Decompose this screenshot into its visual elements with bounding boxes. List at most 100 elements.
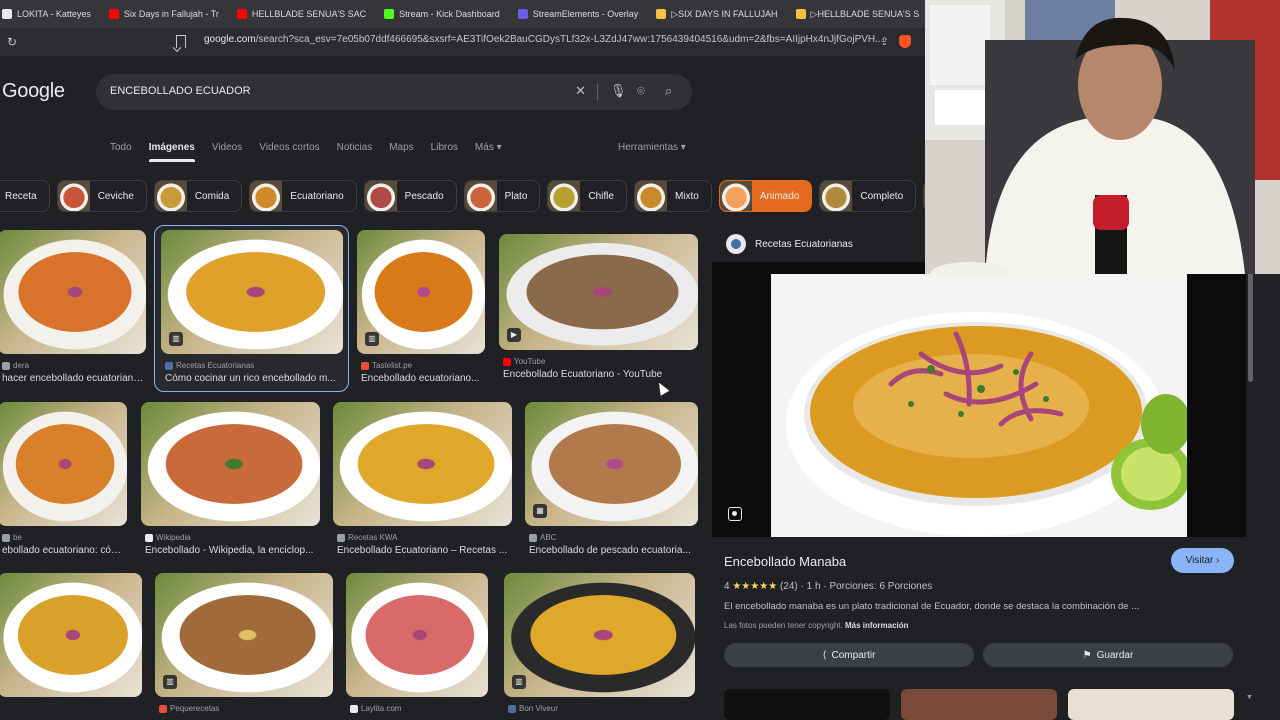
refine-chip[interactable]: Chifle bbox=[547, 180, 627, 212]
refine-chip[interactable]: Pescado bbox=[363, 180, 457, 212]
image-result[interactable]: be ebollado ecuatoriano: cóm... bbox=[0, 402, 127, 566]
tab-2[interactable]: Imágenes bbox=[148, 142, 195, 162]
result-thumbnail[interactable] bbox=[0, 230, 146, 354]
related-image[interactable] bbox=[1068, 689, 1234, 720]
tab-4[interactable]: Videos cortos bbox=[259, 142, 319, 153]
result-thumbnail[interactable] bbox=[0, 402, 127, 526]
result-title[interactable]: Encebollado ecuatoriano... bbox=[361, 373, 485, 384]
result-source[interactable]: be bbox=[2, 533, 22, 542]
refine-chip[interactable]: Ecuatoriano bbox=[249, 180, 357, 212]
scroll-down-icon[interactable]: ▼ bbox=[1246, 694, 1253, 701]
result-source[interactable]: Pequerecetas bbox=[159, 704, 219, 713]
microphone-icon[interactable]: 🎙︎ bbox=[610, 83, 627, 99]
image-result[interactable]: ▶ YouTube Encebollado Ecuatoriano - YouTub… bbox=[499, 234, 698, 390]
tab-8[interactable]: Más ▾ bbox=[475, 142, 502, 153]
result-source[interactable]: Recetas KWA bbox=[337, 533, 398, 542]
result-thumbnail[interactable] bbox=[504, 573, 695, 697]
image-result[interactable] bbox=[0, 573, 142, 720]
bookmark-icon[interactable] bbox=[176, 35, 186, 48]
rating-value: 4 bbox=[724, 581, 730, 592]
tab-7[interactable]: Libros bbox=[431, 142, 458, 153]
lens-icon[interactable] bbox=[728, 507, 742, 521]
bookmark-item[interactable]: HELLBLADE SENUA'S SAC bbox=[236, 9, 366, 19]
result-thumbnail[interactable] bbox=[0, 573, 142, 697]
star-rating: ★★★★★ bbox=[732, 581, 778, 592]
bookmark-label: ▷HELLBLADE SENUA'S S bbox=[810, 8, 920, 19]
more-info-link[interactable]: Más información bbox=[845, 621, 909, 630]
preview-image[interactable] bbox=[771, 274, 1187, 537]
result-source[interactable]: YouTube bbox=[503, 357, 545, 366]
result-source[interactable]: Laylita.com bbox=[350, 704, 401, 713]
address-input[interactable]: google.com/search?sca_esv=7e05b07ddf4666… bbox=[204, 34, 883, 45]
image-result[interactable]: Laylita.com bbox=[346, 573, 488, 720]
result-source[interactable]: dera bbox=[2, 361, 29, 370]
image-result[interactable]: ▦ ABC Encebollado de pescado ecuatoria... bbox=[525, 402, 698, 566]
refine-chip[interactable]: Ceviche bbox=[56, 180, 147, 212]
refine-chip[interactable]: Mixto bbox=[633, 180, 712, 212]
result-thumbnail[interactable] bbox=[346, 573, 488, 697]
refine-chip[interactable]: Plato bbox=[463, 180, 541, 212]
share-icon: ⟨ bbox=[822, 649, 827, 661]
result-title[interactable]: hacer encebollado ecuatoriano... bbox=[2, 373, 146, 384]
refine-chip[interactable]: Animado bbox=[718, 180, 813, 212]
panel-source[interactable]: Recetas Ecuatorianas bbox=[726, 234, 853, 254]
result-source[interactable]: Bon Viveur bbox=[508, 704, 558, 713]
reload-icon[interactable]: ↻ bbox=[0, 35, 24, 49]
google-logo[interactable]: Google bbox=[2, 80, 65, 103]
refine-chip[interactable]: Completo bbox=[819, 180, 917, 212]
result-title[interactable]: Encebollado - Wikipedia, la enciclop... bbox=[145, 545, 320, 556]
image-result[interactable]: ▥ Bon Viveur bbox=[504, 573, 695, 720]
result-source[interactable]: ABC bbox=[529, 533, 556, 542]
result-thumbnail[interactable] bbox=[525, 402, 698, 526]
bookmark-item[interactable]: Stream - Kick Dashboard bbox=[384, 9, 500, 19]
share-page-icon[interactable]: ⇪ bbox=[880, 35, 889, 48]
result-source[interactable]: Tastelist.pe bbox=[361, 361, 412, 370]
result-title[interactable]: Encebollado Ecuatoriano – Recetas ... bbox=[337, 545, 512, 556]
tab-1[interactable]: Todo bbox=[110, 142, 132, 153]
bookmark-favicon-icon bbox=[795, 9, 806, 19]
bookmark-item[interactable]: StreamElements - Overlay bbox=[517, 9, 638, 19]
image-result[interactable]: ▥ Tastelist.pe Encebollado ecuatoriano... bbox=[357, 230, 485, 394]
related-image[interactable] bbox=[724, 689, 890, 720]
share-button[interactable]: ⟨ Compartir bbox=[724, 643, 974, 667]
result-thumbnail[interactable] bbox=[333, 402, 512, 526]
tab-6[interactable]: Maps bbox=[389, 142, 413, 153]
result-thumbnail[interactable] bbox=[155, 573, 333, 697]
result-source[interactable]: Wikipedia bbox=[145, 533, 191, 542]
bookmark-item[interactable]: Six Days in Fallujah - Tr bbox=[108, 9, 219, 19]
brave-shield-icon[interactable] bbox=[899, 35, 911, 48]
save-button[interactable]: ⚑ Guardar bbox=[983, 643, 1233, 667]
refine-chip[interactable]: Receta bbox=[0, 180, 50, 212]
result-thumbnail[interactable] bbox=[499, 234, 698, 350]
image-result[interactable]: dera hacer encebollado ecuatoriano... bbox=[0, 230, 146, 394]
visit-button[interactable]: Visitar › bbox=[1171, 548, 1234, 573]
bookmark-item[interactable]: LOKITA - Katteyes bbox=[2, 9, 91, 19]
refine-chip[interactable]: Comida bbox=[153, 180, 243, 212]
image-result[interactable]: Wikipedia Encebollado - Wikipedia, la enc… bbox=[141, 402, 320, 566]
image-result[interactable]: Recetas KWA Encebollado Ecuatoriano – Rec… bbox=[333, 402, 512, 566]
result-source[interactable]: Recetas Ecuatorianas bbox=[165, 361, 254, 370]
image-result[interactable]: ▥ Recetas Ecuatorianas Cómo cocinar un ric… bbox=[161, 230, 343, 394]
tab-5[interactable]: Noticias bbox=[337, 142, 373, 153]
result-title[interactable]: Encebollado de pescado ecuatoria... bbox=[529, 545, 698, 556]
bookmark-item[interactable]: ▷SIX DAYS IN FALLUJAH bbox=[656, 9, 778, 20]
search-input[interactable]: ENCEBOLLADO ECUADOR ✕ 🎙︎ ⌾ ⌕ bbox=[96, 74, 692, 110]
search-query[interactable]: ENCEBOLLADO ECUADOR bbox=[110, 85, 251, 97]
bookmark-favicon-icon bbox=[656, 9, 667, 19]
clear-icon[interactable]: ✕ bbox=[575, 83, 586, 99]
result-title[interactable]: Encebollado Ecuatoriano - YouTube bbox=[503, 369, 698, 380]
result-thumbnail[interactable] bbox=[161, 230, 343, 354]
result-thumbnail[interactable] bbox=[141, 402, 320, 526]
preview-image-area[interactable] bbox=[712, 262, 1246, 537]
image-result[interactable]: ▥ Pequerecetas bbox=[155, 573, 333, 720]
camera-lens-icon[interactable]: ⌾ bbox=[637, 83, 645, 99]
related-image[interactable] bbox=[901, 689, 1057, 720]
tab-3[interactable]: Videos bbox=[212, 142, 242, 153]
result-title[interactable]: ebollado ecuatoriano: cóm... bbox=[2, 545, 127, 556]
bookmark-item[interactable]: ▷HELLBLADE SENUA'S S bbox=[795, 8, 920, 20]
result-title[interactable]: Cómo cocinar un rico encebollado m... bbox=[165, 373, 343, 384]
tools-menu[interactable]: Herramientas ▾ bbox=[618, 142, 686, 153]
chip-thumbnail bbox=[250, 181, 283, 211]
panel-scrollbar[interactable] bbox=[1248, 272, 1253, 382]
search-icon[interactable]: ⌕ bbox=[665, 83, 672, 99]
